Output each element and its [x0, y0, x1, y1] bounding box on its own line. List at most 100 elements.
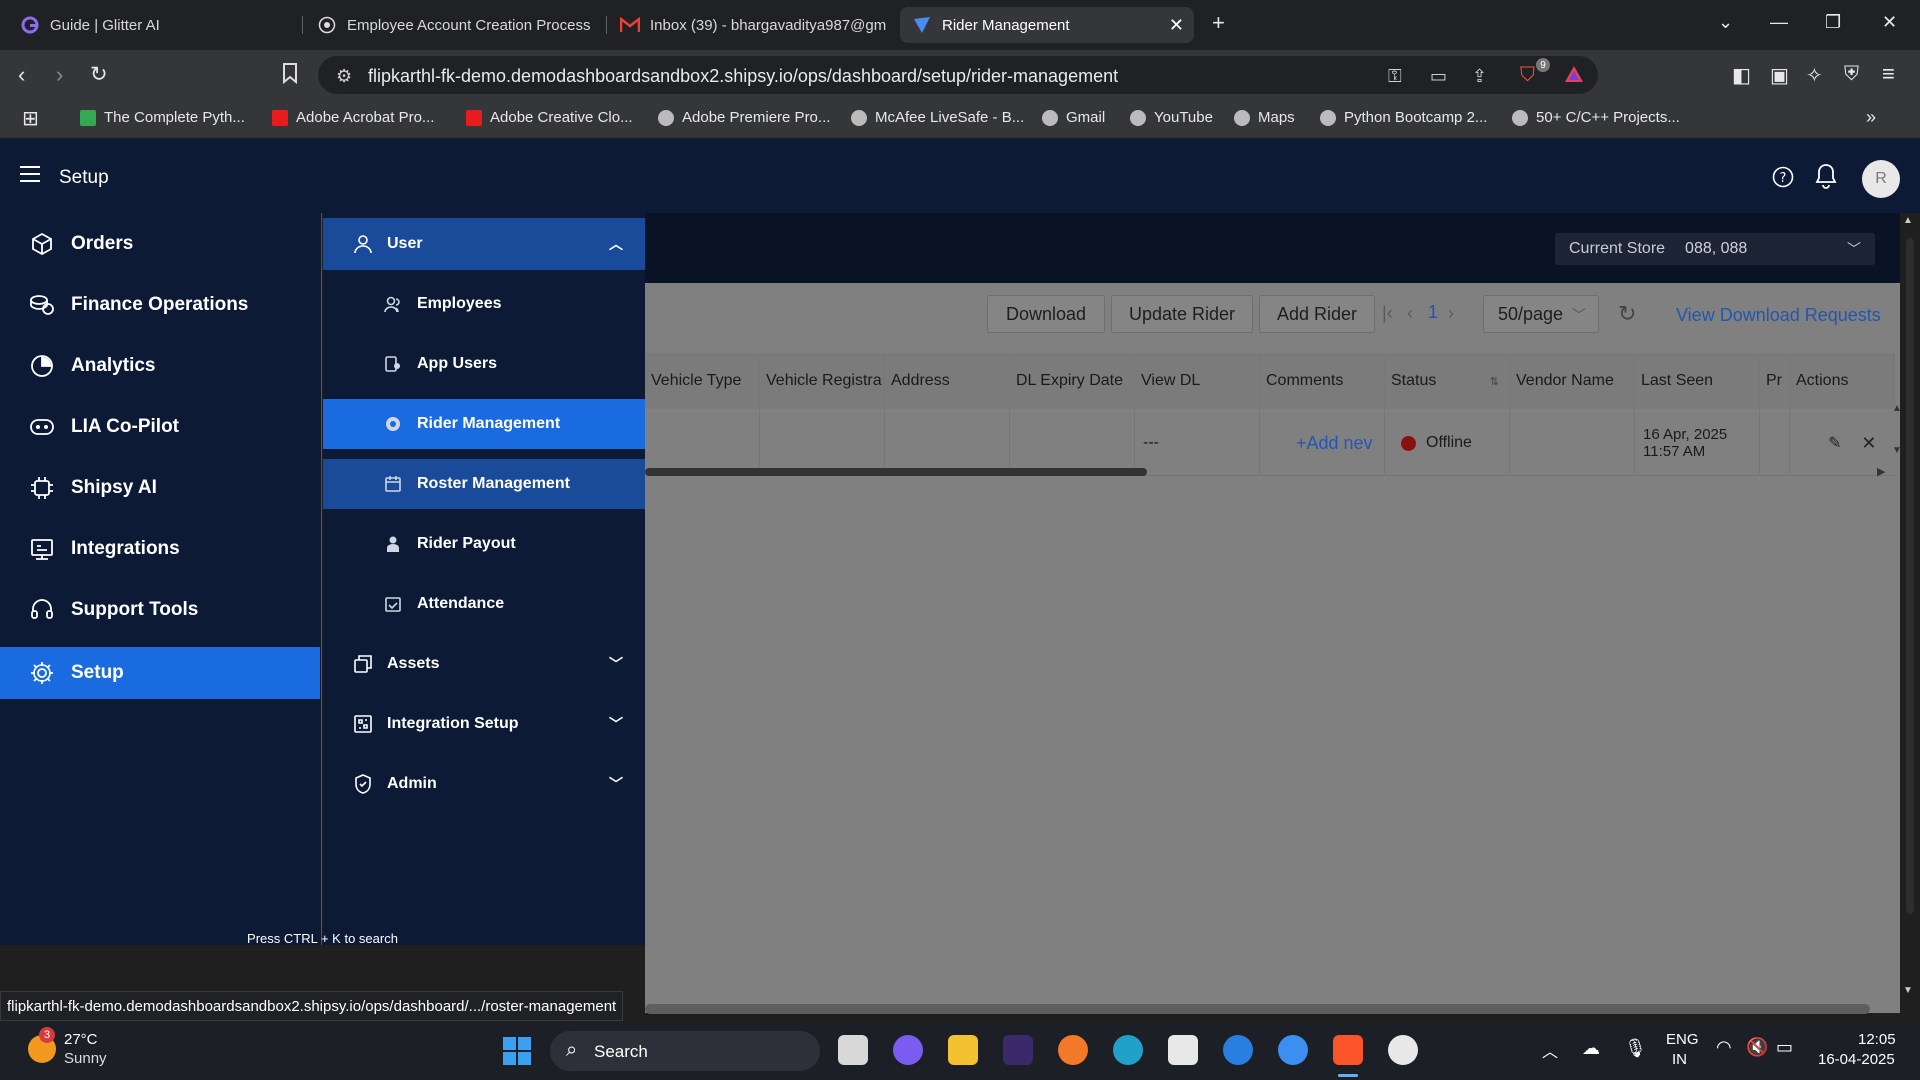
- brave-shield-icon[interactable]: ⛉: [1520, 64, 1535, 87]
- menu-icon[interactable]: ≡: [1882, 61, 1895, 87]
- wallet-icon[interactable]: ▣: [1770, 63, 1789, 88]
- column-header[interactable]: Vendor Name: [1510, 353, 1635, 409]
- column-header[interactable]: Comments: [1260, 353, 1385, 409]
- scroll-right-icon[interactable]: ▶: [1877, 465, 1885, 478]
- update-rider-button[interactable]: Update Rider: [1111, 295, 1253, 333]
- clock-time[interactable]: 12:05: [1858, 1031, 1896, 1048]
- taskbar-search-box[interactable]: ⌕ Search: [550, 1031, 820, 1071]
- download-button[interactable]: Download: [987, 295, 1105, 333]
- hamburger-menu-icon[interactable]: [20, 166, 40, 182]
- bookmark-item[interactable]: Adobe Premiere Pro...: [658, 109, 830, 126]
- back-arrow-icon[interactable]: ‹: [18, 62, 25, 88]
- bookmark-item[interactable]: 50+ C/C++ Projects...: [1512, 109, 1680, 126]
- bookmark-item[interactable]: The Complete Pyth...: [80, 109, 245, 126]
- sidebar-item-support-tools[interactable]: Support Tools: [0, 584, 320, 636]
- scroll-down-arrow-icon[interactable]: ▼: [1903, 985, 1913, 996]
- column-header[interactable]: View DL: [1135, 353, 1260, 409]
- file-explorer-icon[interactable]: [948, 1035, 978, 1065]
- submenu-group-integration-setup[interactable]: Integration Setup ﹀: [323, 699, 645, 749]
- submenu-group-assets[interactable]: Assets ﹀: [323, 639, 645, 689]
- refresh-icon[interactable]: ↻: [1618, 301, 1636, 327]
- column-header[interactable]: Address: [885, 353, 1010, 409]
- sidebar-item-orders[interactable]: Orders: [0, 218, 320, 270]
- url-box[interactable]: ⚙ flipkarthl-fk-demo.demodashboardsandbo…: [318, 56, 1598, 94]
- url-text[interactable]: flipkarthl-fk-demo.demodashboardsandbox2…: [368, 66, 1118, 87]
- user-avatar[interactable]: R: [1862, 160, 1900, 198]
- column-header-status[interactable]: Status ⇅: [1385, 353, 1510, 409]
- sync-app-icon[interactable]: [1278, 1035, 1308, 1065]
- cast-icon[interactable]: ▭: [1430, 66, 1447, 87]
- language-top[interactable]: ENG: [1666, 1031, 1699, 1048]
- microphone-icon[interactable]: 🎙: [1624, 1038, 1647, 1059]
- page-vertical-scrollbar[interactable]: [1906, 238, 1914, 914]
- forward-arrow-icon[interactable]: ›: [56, 62, 63, 88]
- tab-employee-account[interactable]: Employee Account Creation Process: [305, 7, 605, 43]
- tab-gmail-inbox[interactable]: Inbox (39) - bhargavaditya987@gm: [608, 7, 890, 43]
- speaker-muted-icon[interactable]: 🔇: [1746, 1037, 1768, 1058]
- language-bottom[interactable]: IN: [1672, 1051, 1687, 1068]
- reload-icon[interactable]: ↻: [90, 62, 108, 87]
- brave-rewards-icon[interactable]: [1564, 65, 1584, 88]
- new-tab-plus-icon[interactable]: +: [1212, 10, 1225, 36]
- submenu-item-roster-management[interactable]: Roster Management: [323, 459, 645, 509]
- submenu-item-employees[interactable]: Employees: [323, 279, 645, 329]
- bookmark-item[interactable]: Gmail: [1042, 109, 1105, 126]
- sidebar-item-integrations[interactable]: Integrations: [0, 523, 320, 575]
- search-app-icon[interactable]: [1223, 1035, 1253, 1065]
- brave-browser-icon[interactable]: [1333, 1035, 1363, 1065]
- next-page-icon[interactable]: ›: [1448, 303, 1454, 324]
- prev-page-icon[interactable]: ‹: [1407, 303, 1413, 324]
- weather-condition[interactable]: Sunny: [64, 1050, 107, 1067]
- sidebar-item-shipsy-ai[interactable]: Shipsy AI: [0, 462, 320, 514]
- copilot-app-icon[interactable]: [893, 1035, 923, 1065]
- close-tab-icon[interactable]: ✕: [1169, 15, 1184, 36]
- tab-glitter-ai[interactable]: Guide | Glitter AI: [8, 7, 298, 43]
- bookmark-item[interactable]: Adobe Acrobat Pro...: [272, 109, 434, 126]
- bookmark-item[interactable]: Maps: [1234, 109, 1295, 126]
- close-icon[interactable]: ✕: [1861, 433, 1876, 454]
- submenu-item-rider-management[interactable]: Rider Management: [323, 399, 645, 449]
- battery-icon[interactable]: ▭: [1776, 1037, 1793, 1058]
- table-scroll-up-icon[interactable]: ▲: [1892, 403, 1902, 414]
- notification-bell-icon[interactable]: [1815, 163, 1837, 195]
- submenu-group-user[interactable]: User ︿: [323, 218, 645, 270]
- page-size-select[interactable]: 50/page ﹀: [1483, 295, 1599, 333]
- edit-pencil-icon[interactable]: ✎: [1828, 433, 1841, 453]
- task-view-icon[interactable]: [838, 1035, 868, 1065]
- column-header[interactable]: DL Expiry Date: [1010, 353, 1135, 409]
- add-comment-link[interactable]: +Add nev: [1296, 433, 1373, 454]
- wifi-icon[interactable]: ◠: [1716, 1037, 1732, 1058]
- first-page-icon[interactable]: |‹: [1382, 303, 1393, 324]
- bookmark-item[interactable]: Adobe Creative Clo...: [466, 109, 633, 126]
- column-header[interactable]: Vehicle Registra: [760, 353, 885, 409]
- scroll-up-arrow-icon[interactable]: ▲: [1903, 215, 1913, 226]
- microsoft-store-icon[interactable]: [1168, 1035, 1198, 1065]
- current-store-select[interactable]: Current Store 088, 088 ﹀: [1555, 233, 1875, 265]
- more-bookmarks-icon[interactable]: »: [1866, 107, 1876, 128]
- vpn-shield-icon[interactable]: ⛨: [1844, 63, 1859, 86]
- sidebar-item-finance-operations[interactable]: Finance Operations: [0, 279, 320, 331]
- page-horizontal-scrollbar[interactable]: [645, 1004, 1870, 1014]
- submenu-group-admin[interactable]: Admin ﹀: [323, 759, 645, 809]
- bookmark-icon[interactable]: [282, 62, 298, 90]
- sidebar-item-lia-co-pilot[interactable]: LIA Co-Pilot: [0, 401, 320, 453]
- submenu-item-attendance[interactable]: Attendance: [323, 579, 645, 629]
- column-header[interactable]: Last Seen: [1635, 353, 1760, 409]
- tray-overflow-chevron-icon[interactable]: ︿: [1542, 1038, 1558, 1062]
- restore-icon[interactable]: ❐: [1825, 12, 1841, 33]
- tab-search-chevron-icon[interactable]: ⌄: [1718, 12, 1733, 33]
- sidebar-item-setup[interactable]: Setup: [0, 647, 320, 699]
- tab-rider-management[interactable]: Rider Management ✕: [900, 7, 1194, 43]
- submenu-item-app-users[interactable]: App Users: [323, 339, 645, 389]
- key-icon[interactable]: ⚿: [1388, 66, 1402, 87]
- onedrive-cloud-icon[interactable]: ☁: [1582, 1038, 1600, 1059]
- current-page-number[interactable]: 1: [1428, 302, 1438, 323]
- sidebar-item-analytics[interactable]: Analytics: [0, 340, 320, 392]
- apps-grid-icon[interactable]: ⊞: [22, 106, 39, 131]
- column-header[interactable]: Actions: [1790, 353, 1895, 409]
- column-header[interactable]: Vehicle Type: [645, 353, 760, 409]
- leo-ai-icon[interactable]: ✧: [1806, 63, 1823, 88]
- share-icon[interactable]: ⇪: [1472, 66, 1487, 87]
- glitter-app-icon[interactable]: [1003, 1035, 1033, 1065]
- weather-temperature[interactable]: 27°C: [64, 1031, 98, 1048]
